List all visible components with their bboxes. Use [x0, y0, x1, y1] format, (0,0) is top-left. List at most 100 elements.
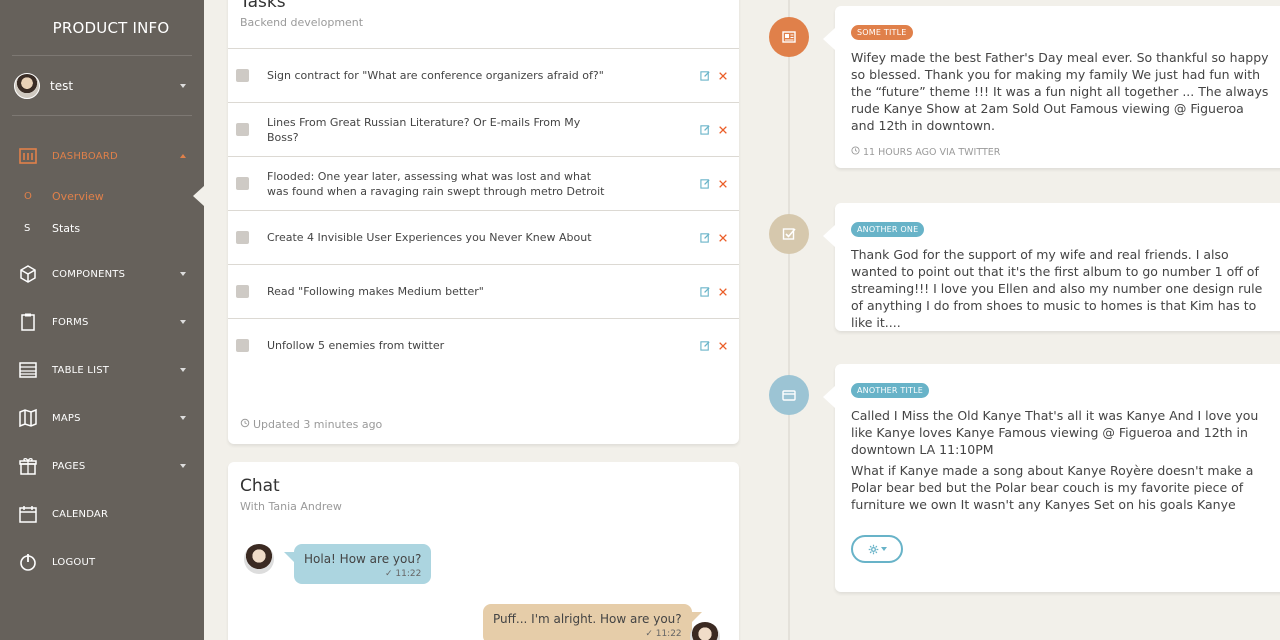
- sidebar-item-maps[interactable]: MAPS: [0, 394, 204, 442]
- task-checkbox[interactable]: [236, 123, 249, 136]
- chat-card: Chat With Tania Andrew Hola! How are you…: [228, 462, 739, 640]
- task-checkbox[interactable]: [236, 177, 249, 190]
- timeline-item: Another Title Called I Miss the Old Kany…: [823, 364, 1280, 592]
- chat-message: Hola! How are you? ✓ 11:22: [283, 544, 432, 584]
- close-icon[interactable]: [717, 70, 729, 82]
- timeline-label: Another One: [851, 222, 925, 237]
- task-text: Sign contract for "What are conference o…: [267, 69, 604, 82]
- sidebar-item-calendar[interactable]: CALENDAR: [0, 490, 204, 538]
- gift-icon: [17, 455, 39, 477]
- clock-icon: [851, 146, 860, 158]
- task-text: Unfollow 5 enemies from twitter: [267, 339, 445, 352]
- brand-logo[interactable]: PRODUCT INFO: [12, 0, 192, 56]
- timeline-line: [788, 0, 790, 640]
- chevron-down-icon: [180, 272, 186, 276]
- user-menu[interactable]: test: [12, 56, 192, 116]
- close-icon[interactable]: [717, 178, 729, 190]
- sidebar-item-label: MAPS: [52, 412, 81, 424]
- task-row: Create 4 Invisible User Experiences you …: [228, 210, 739, 264]
- task-list: Sign contract for "What are conference o…: [228, 48, 739, 372]
- settings-dropdown-button[interactable]: [851, 535, 903, 563]
- sidebar-item-label: TABLE LIST: [52, 364, 110, 376]
- task-row: Unfollow 5 enemies from twitter: [228, 318, 739, 372]
- edit-icon[interactable]: [699, 124, 711, 136]
- sidebar-item-label: CALENDAR: [52, 508, 109, 520]
- task-checkbox[interactable]: [236, 231, 249, 244]
- task-text: Lines From Great Russian Literature? Or …: [267, 115, 581, 144]
- task-text: Flooded: One year later, assessing what …: [267, 169, 605, 198]
- sidebar-item-table-list[interactable]: TABLE LIST: [0, 346, 204, 394]
- task-row: Flooded: One year later, assessing what …: [228, 156, 739, 210]
- edit-icon[interactable]: [699, 232, 711, 244]
- sidebar-mini-label: S: [24, 222, 31, 234]
- chat-title: Chat: [240, 476, 280, 496]
- timeline-text: What if Kanye made a song about Kanye Ro…: [851, 463, 1254, 512]
- chat-message-time: ✓ 11:22: [384, 569, 422, 579]
- task-row: Lines From Great Russian Literature? Or …: [228, 102, 739, 156]
- task-text: Read "Following makes Medium better": [267, 285, 484, 298]
- chevron-down-icon: [180, 416, 186, 420]
- user-name: test: [50, 78, 74, 93]
- close-icon[interactable]: [717, 124, 729, 136]
- timeline-meta-text: 11 hours ago via Twitter: [863, 146, 1001, 158]
- sidebar-mini-label: O: [24, 190, 32, 202]
- edit-icon[interactable]: [699, 70, 711, 82]
- timeline-text: Thank God for the support of my wife and…: [851, 247, 1263, 330]
- sidebar-item-dashboard[interactable]: DASHBOARD: [0, 132, 204, 180]
- sidebar-item-pages[interactable]: PAGES: [0, 442, 204, 490]
- sidebar-nav: DASHBOARD O Overview S Stats COMPONENTS …: [0, 132, 204, 586]
- bank-icon: [17, 145, 39, 167]
- sidebar-item-label: Stats: [52, 221, 81, 235]
- chevron-up-icon: [180, 154, 186, 158]
- timeline-item: Some title Wifey made the best Father's …: [823, 6, 1280, 168]
- chat-message-text: Puff... I'm alright. How are you?: [493, 612, 682, 626]
- edit-icon[interactable]: [699, 286, 711, 298]
- timeline-meta: 11 hours ago via Twitter: [851, 146, 1279, 158]
- tasks-card: Tasks Backend development Sign contract …: [228, 0, 739, 444]
- gear-icon: [868, 540, 879, 559]
- task-checkbox[interactable]: [236, 285, 249, 298]
- chevron-down-icon: [880, 547, 887, 551]
- sidebar-item-forms[interactable]: FORMS: [0, 298, 204, 346]
- timeline-item: Another One Thank God for the support of…: [823, 203, 1280, 331]
- timeline-label: Some title: [851, 25, 913, 40]
- avatar: [14, 72, 40, 99]
- edit-icon[interactable]: [699, 340, 711, 352]
- tasks-footer: Updated 3 minutes ago: [240, 418, 382, 431]
- sidebar-item-logout[interactable]: LOGOUT: [0, 538, 204, 586]
- task-checkbox[interactable]: [236, 339, 249, 352]
- sidebar-item-label: DASHBOARD: [52, 150, 118, 162]
- task-text: Create 4 Invisible User Experiences you …: [267, 231, 592, 244]
- task-row: Read "Following makes Medium better": [228, 264, 739, 318]
- avatar: [244, 544, 274, 574]
- chevron-down-icon: [180, 368, 186, 372]
- task-row: Sign contract for "What are conference o…: [228, 48, 739, 102]
- clipboard-icon: [17, 311, 39, 333]
- chat-message-time: ✓ 11:22: [645, 629, 682, 639]
- task-checkbox[interactable]: [236, 69, 249, 82]
- edit-icon[interactable]: [699, 178, 711, 190]
- card-icon: [769, 375, 809, 415]
- power-icon: [17, 551, 39, 573]
- tasks-title: Tasks: [240, 0, 286, 12]
- newspaper-icon: [769, 17, 809, 57]
- box-icon: [17, 263, 39, 285]
- chat-message-text: Hola! How are you?: [304, 552, 422, 566]
- timeline-text: Called I Miss the Old Kanye That's all i…: [851, 408, 1259, 457]
- table-icon: [17, 359, 39, 381]
- chevron-down-icon: [180, 83, 186, 88]
- sidebar-item-stats[interactable]: S Stats: [0, 212, 204, 244]
- sidebar-item-overview[interactable]: O Overview: [0, 180, 204, 212]
- sidebar-item-components[interactable]: COMPONENTS: [0, 250, 204, 298]
- chevron-down-icon: [180, 464, 186, 468]
- sidebar-item-label: LOGOUT: [52, 556, 96, 568]
- timeline-label: Another Title: [851, 383, 930, 398]
- sidebar: PRODUCT INFO test DASHBOARD O Overview S…: [0, 0, 204, 640]
- checkbox-icon: [769, 214, 809, 254]
- calendar-icon: [17, 503, 39, 525]
- timeline-text: Wifey made the best Father's Day meal ev…: [851, 50, 1269, 133]
- tasks-subtitle: Backend development: [240, 16, 364, 29]
- close-icon[interactable]: [717, 286, 729, 298]
- close-icon[interactable]: [717, 232, 729, 244]
- close-icon[interactable]: [717, 340, 729, 352]
